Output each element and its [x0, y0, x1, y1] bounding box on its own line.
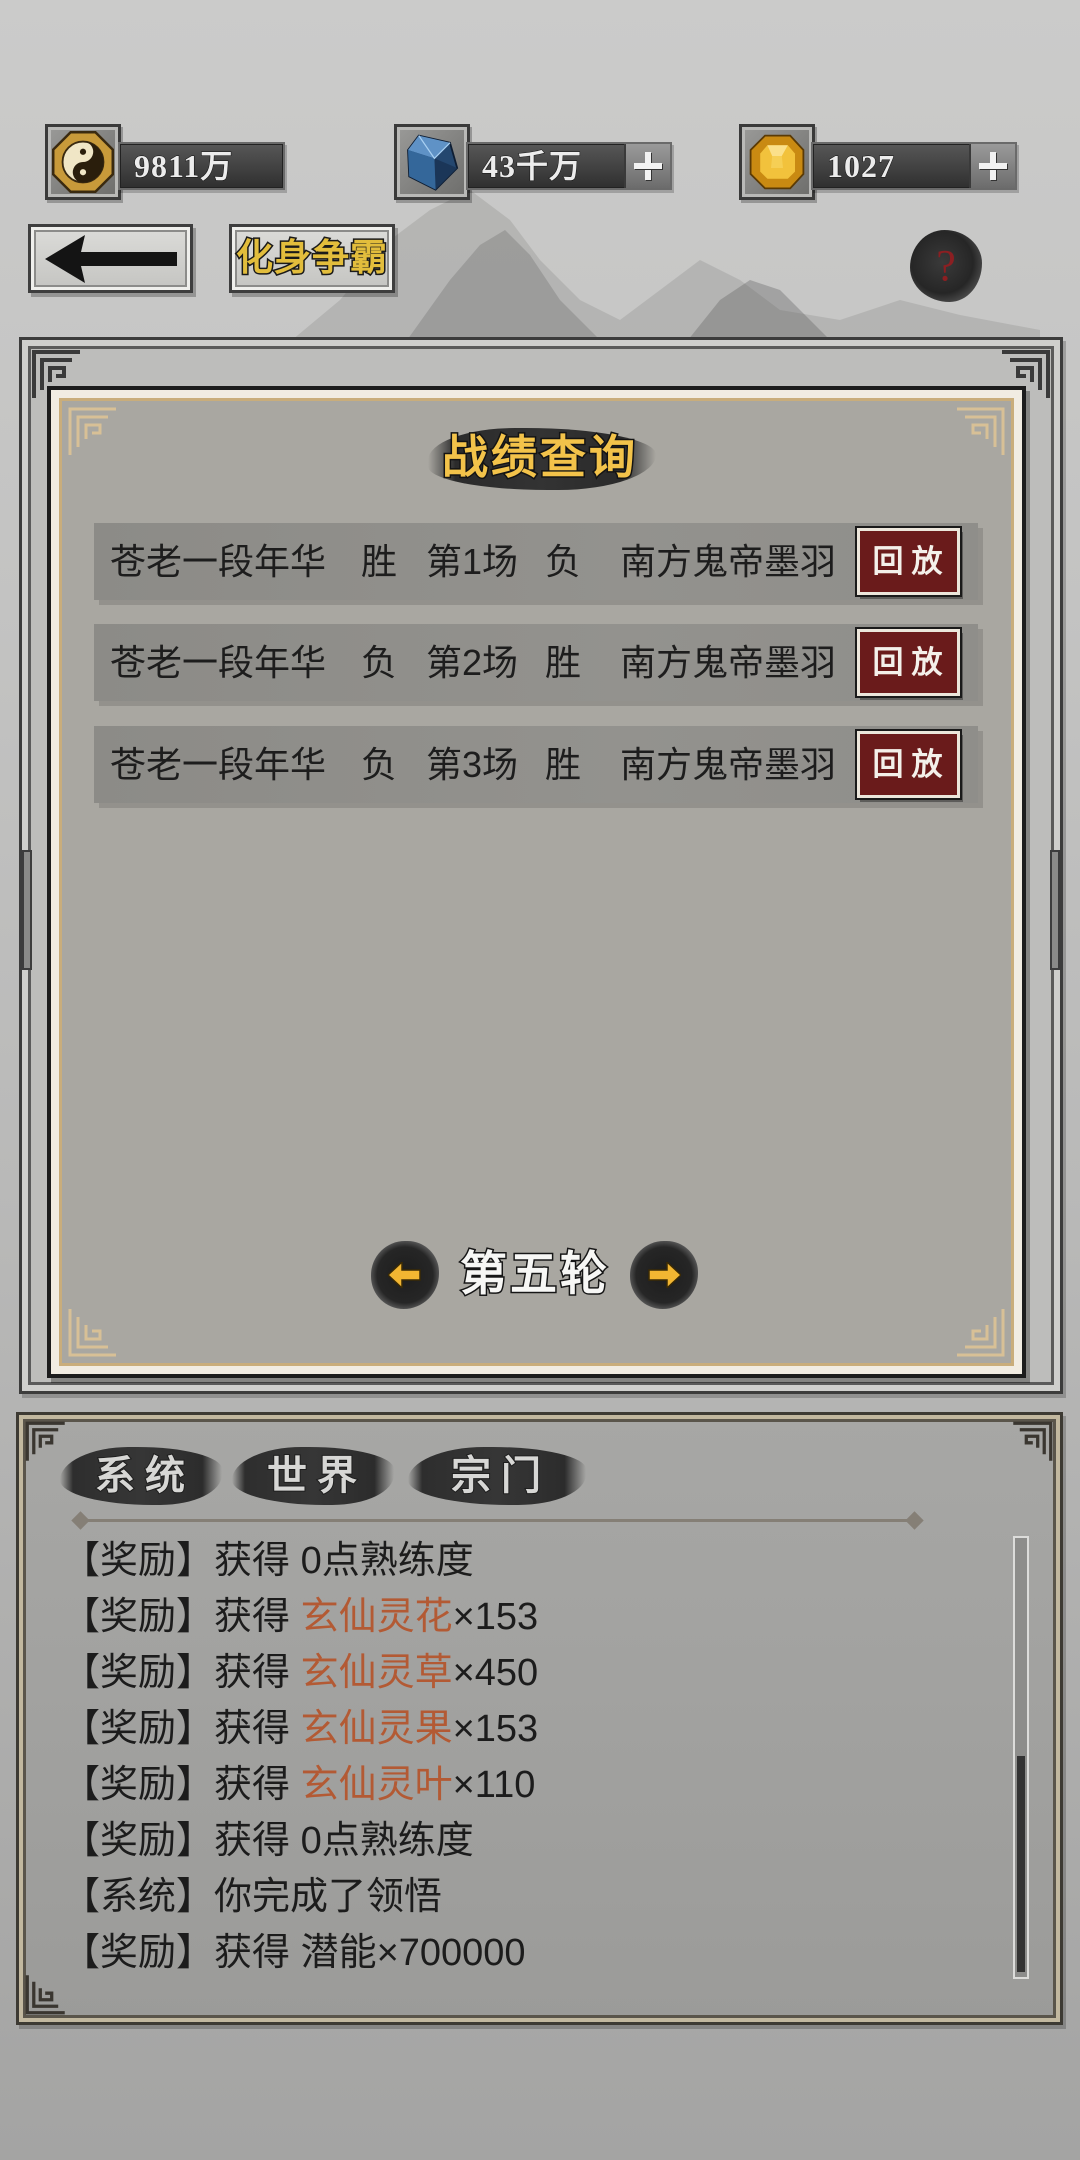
replay-label: 回放 — [872, 747, 951, 782]
chat-message: 【奖励】获得 玄仙灵花×153 — [62, 1589, 1002, 1645]
gold-gem-icon — [739, 124, 815, 200]
chat-message: 【奖励】获得 玄仙灵叶×110 — [62, 1757, 1002, 1813]
message-item: 玄仙灵草 — [300, 1652, 453, 1694]
tab-label: 世界 — [266, 1452, 367, 1499]
tab-sect[interactable]: 宗门 — [408, 1447, 586, 1505]
round-label: 第五轮 — [459, 1248, 610, 1303]
tab-label: 宗门 — [450, 1452, 551, 1499]
help-button[interactable]: ? — [910, 230, 982, 302]
add-crystal-button[interactable] — [624, 144, 670, 188]
message-tag: 【奖励】 — [62, 1764, 215, 1806]
add-gem-button[interactable] — [969, 144, 1015, 188]
result-right: 胜 — [545, 744, 582, 785]
chat-message: 【奖励】获得 0点熟练度 — [62, 1813, 1002, 1869]
arrow-left-icon — [45, 235, 177, 283]
gem-value-box: 1027 — [811, 142, 1017, 190]
gold-gem-graphic — [749, 134, 805, 190]
plus-icon — [633, 151, 663, 181]
message-text: 获得 0点熟练度 — [214, 1540, 474, 1582]
player-right: 南方鬼帝墨羽 — [620, 541, 837, 582]
message-tag: 【奖励】 — [62, 1652, 215, 1694]
chat-message: 【奖励】获得 0点熟练度 — [62, 1533, 1002, 1589]
coin-value-box: 9811万 — [118, 142, 285, 190]
match-number: 第3场 — [426, 744, 519, 785]
message-text: 获得 0点熟练度 — [214, 1820, 474, 1862]
chat-message: 【系统】你完成了领悟 — [62, 1869, 1002, 1925]
yin-yang-graphic — [52, 131, 114, 193]
message-text: 获得 — [214, 1596, 301, 1638]
replay-label: 回放 — [872, 645, 951, 680]
panel-title: 战绩查询 — [441, 431, 638, 485]
record-row: 苍老一段年华 胜 第1场 负 南方鬼帝墨羽 回放 — [94, 523, 978, 600]
message-tag: 【奖励】 — [62, 1708, 215, 1750]
replay-button[interactable]: 回放 — [857, 731, 960, 798]
result-left: 胜 — [361, 541, 398, 582]
corner-ornament — [68, 1309, 116, 1357]
chat-message: 【奖励】获得 玄仙灵草×450 — [62, 1645, 1002, 1701]
crystal-value: 43千万 — [481, 148, 583, 185]
record-row: 苍老一段年华 负 第3场 胜 南方鬼帝墨羽 回放 — [94, 726, 978, 803]
message-item: 玄仙灵果 — [300, 1708, 453, 1750]
crystal-graphic — [407, 134, 459, 191]
record-row: 苍老一段年华 负 第2场 胜 南方鬼帝墨羽 回放 — [94, 624, 978, 701]
player-left: 苍老一段年华 — [110, 541, 327, 582]
corner-ornament — [1013, 1421, 1053, 1461]
frame-side-bar — [22, 850, 32, 970]
match-number: 第1场 — [426, 541, 519, 582]
match-number: 第2场 — [426, 642, 519, 683]
chat-message: 【奖励】获得 潜能×700000 — [62, 1925, 1002, 1981]
message-suffix: ×153 — [452, 1708, 539, 1750]
frame-side-bar — [1050, 850, 1060, 970]
player-left: 苍老一段年华 — [110, 744, 327, 785]
player-right: 南方鬼帝墨羽 — [620, 642, 837, 683]
yin-yang-icon — [45, 124, 121, 200]
mode-label: 化身争霸 — [235, 237, 389, 281]
player-right: 南方鬼帝墨羽 — [620, 744, 837, 785]
chat-scrollbar-thumb[interactable] — [1017, 1756, 1025, 1972]
plus-icon — [978, 151, 1008, 181]
replay-label: 回放 — [872, 544, 951, 579]
arrow-right-icon — [648, 1262, 681, 1288]
result-right: 负 — [545, 541, 582, 582]
tab-system[interactable]: 系统 — [60, 1447, 222, 1505]
message-item: 玄仙灵叶 — [300, 1764, 453, 1806]
result-right: 胜 — [545, 642, 582, 683]
question-icon: ? — [936, 241, 956, 290]
tab-label: 系统 — [94, 1452, 195, 1499]
back-button[interactable] — [28, 224, 193, 293]
tab-world[interactable]: 世界 — [232, 1447, 394, 1505]
arrow-left-icon — [388, 1262, 421, 1288]
message-text: 获得 — [214, 1764, 301, 1806]
message-text: 获得 潜能×700000 — [214, 1932, 526, 1974]
corner-ornament — [957, 1309, 1005, 1357]
message-tag: 【奖励】 — [62, 1820, 215, 1862]
message-item: 玄仙灵花 — [300, 1596, 453, 1638]
corner-ornament — [957, 407, 1005, 455]
message-tag: 【奖励】 — [62, 1596, 215, 1638]
message-suffix: ×110 — [452, 1764, 536, 1806]
result-left: 负 — [361, 642, 398, 683]
player-left: 苍老一段年华 — [110, 642, 327, 683]
replay-button[interactable]: 回放 — [857, 629, 960, 696]
message-text: 你完成了领悟 — [214, 1876, 443, 1918]
replay-button[interactable]: 回放 — [857, 528, 960, 595]
crystal-icon — [394, 124, 470, 200]
message-tag: 【奖励】 — [62, 1540, 215, 1582]
mode-button[interactable]: 化身争霸 — [229, 224, 395, 293]
crystal-value-box: 43千万 — [466, 142, 672, 190]
message-suffix: ×153 — [452, 1596, 539, 1638]
result-left: 负 — [361, 744, 398, 785]
message-text: 获得 — [214, 1708, 301, 1750]
corner-ornament — [68, 407, 116, 455]
message-text: 获得 — [214, 1652, 301, 1694]
message-tag: 【系统】 — [62, 1876, 215, 1918]
chat-message: 【奖励】获得 玄仙灵果×153 — [62, 1701, 1002, 1757]
chat-divider — [80, 1519, 915, 1522]
message-tag: 【奖励】 — [62, 1932, 215, 1974]
message-suffix: ×450 — [452, 1652, 539, 1694]
gem-value: 1027 — [827, 148, 895, 185]
coin-value: 9811万 — [133, 148, 234, 185]
chat-message-list: 【奖励】获得 0点熟练度 【奖励】获得 玄仙灵花×153 【奖励】获得 玄仙灵草… — [62, 1533, 1002, 1981]
